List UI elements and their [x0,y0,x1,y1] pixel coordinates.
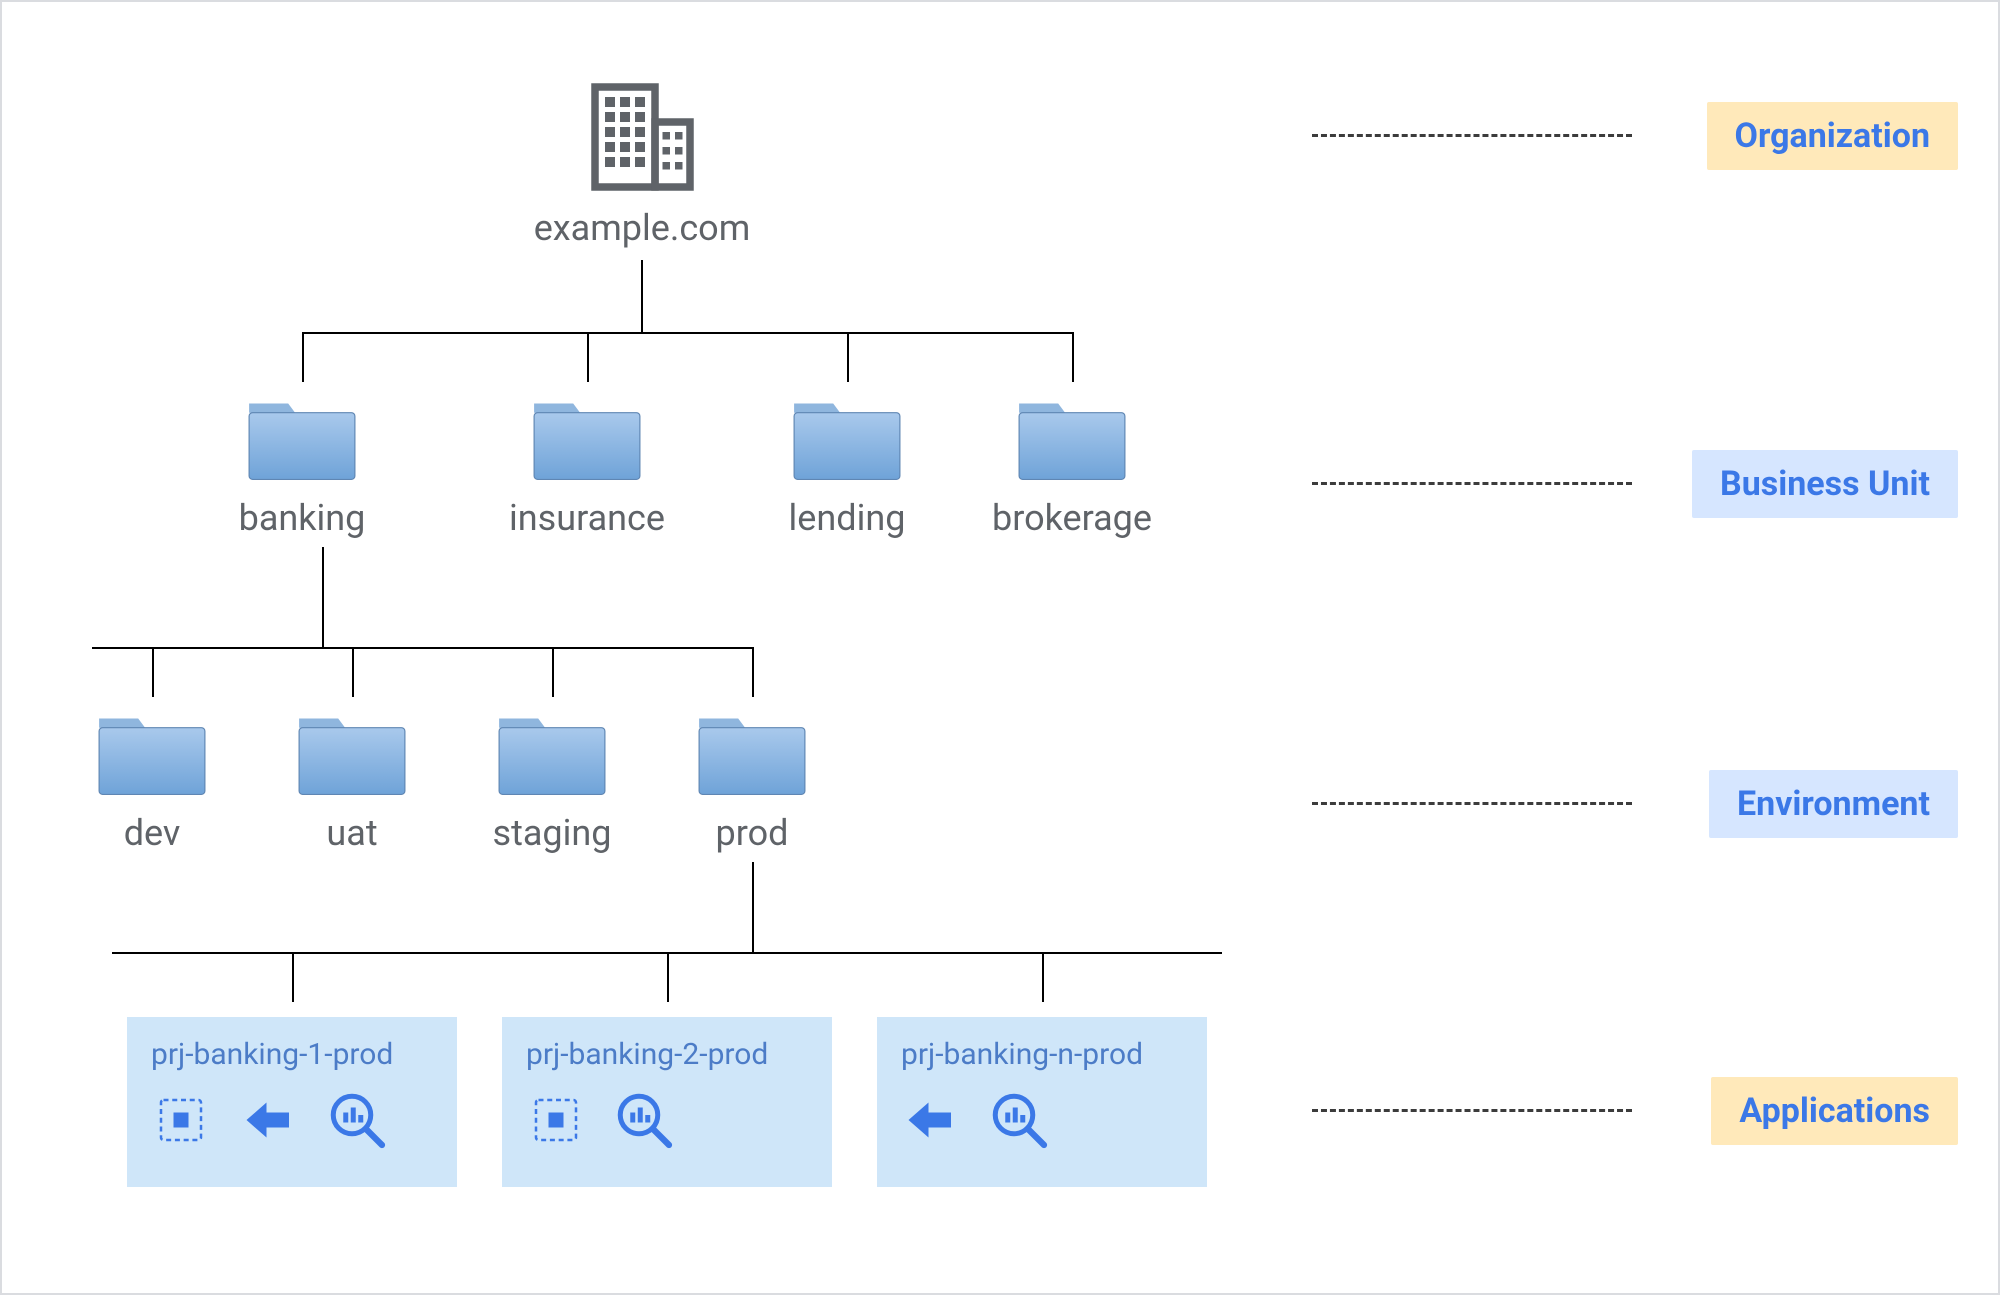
project-service-icons [526,1090,808,1150]
connector [1042,952,1044,1002]
connector [752,647,754,697]
legend-applications: Applications [1711,1077,1958,1145]
connector [92,647,752,649]
dataflow-icon [901,1090,961,1150]
connector [667,952,669,1002]
dash-organization [1312,134,1632,137]
bu-label: insurance [497,497,677,539]
connector [752,862,754,952]
bu-label: banking [222,497,382,539]
bigquery-icon [327,1090,387,1150]
project-card: prj-banking-2-prod [502,1017,832,1187]
diagram-canvas: Organization Business Unit Environment A… [2,2,1998,1293]
folder-icon [787,392,907,484]
folder-icon [242,392,362,484]
connector [1072,332,1074,382]
legend-business-unit: Business Unit [1692,450,1958,518]
bigquery-icon [614,1090,674,1150]
organization-label: example.com [532,207,752,249]
dash-applications [1312,1109,1632,1112]
folder-icon [692,707,812,799]
project-label: prj-banking-1-prod [151,1037,433,1072]
compute-icon [526,1090,586,1150]
env-label: prod [692,812,812,854]
folder-icon [292,707,412,799]
dash-business-unit [1312,482,1632,485]
dash-environment [1312,802,1632,805]
bu-label: brokerage [977,497,1167,539]
connector [641,260,643,332]
env-label: dev [97,812,207,854]
connector [552,647,554,697]
folder-icon [492,707,612,799]
organization-icon [580,82,700,192]
project-service-icons [151,1090,433,1150]
connector [587,332,589,382]
diagram-frame: Organization Business Unit Environment A… [0,0,2000,1295]
folder-icon [527,392,647,484]
connector [292,952,294,1002]
connector [322,547,324,647]
compute-icon [151,1090,211,1150]
project-card: prj-banking-1-prod [127,1017,457,1187]
env-label: staging [482,812,622,854]
folder-icon [92,707,212,799]
bigquery-icon [989,1090,1049,1150]
dataflow-icon [239,1090,299,1150]
connector [352,647,354,697]
project-label: prj-banking-n-prod [901,1037,1183,1072]
connector [847,332,849,382]
legend-organization: Organization [1707,102,1959,170]
project-label: prj-banking-2-prod [526,1037,808,1072]
bu-label: lending [772,497,922,539]
env-label: uat [297,812,407,854]
connector [302,332,304,382]
project-service-icons [901,1090,1183,1150]
connector [152,647,154,697]
folder-icon [1012,392,1132,484]
connector [302,332,1074,334]
legend-environment: Environment [1709,770,1958,838]
project-card: prj-banking-n-prod [877,1017,1207,1187]
